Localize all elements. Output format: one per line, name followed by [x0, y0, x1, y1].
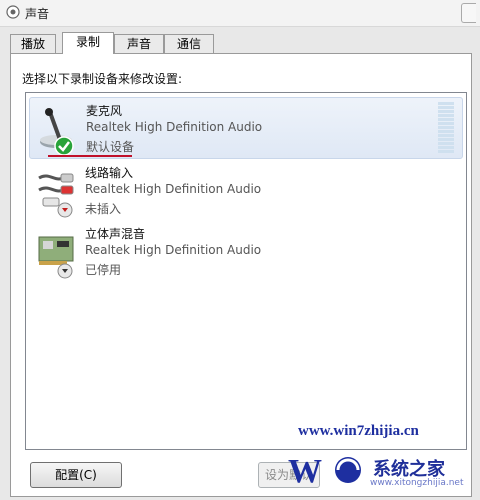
device-driver: Realtek High Definition Audio — [85, 182, 262, 196]
configure-button[interactable]: 配置(C) — [30, 462, 122, 488]
device-name: 线路输入 — [85, 166, 134, 180]
device-driver: Realtek High Definition Audio — [85, 243, 262, 257]
device-name: 立体声混音 — [85, 227, 146, 241]
green-check-icon — [54, 136, 74, 156]
tab-playback[interactable]: 播放 — [10, 34, 56, 53]
title-bar: 声音 — [0, 0, 480, 27]
gray-down-arrow-icon — [57, 263, 73, 279]
input-level-meter — [438, 102, 454, 154]
device-driver: Realtek High Definition Audio — [86, 120, 263, 134]
device-status: 未插入 — [85, 202, 122, 216]
device-item-microphone[interactable]: 麦克风 Realtek High Definition Audio 默认设备 — [29, 97, 463, 159]
close-button[interactable] — [461, 3, 476, 23]
highlight-underline — [48, 155, 132, 157]
instruction-text: 选择以下录制设备来修改设置: — [22, 72, 183, 86]
device-item-line-in[interactable]: 线路输入 Realtek High Definition Audio 未插入 — [29, 160, 463, 220]
device-status: 已停用 — [85, 263, 122, 277]
device-name: 麦克风 — [86, 104, 123, 118]
window-title: 声音 — [25, 7, 50, 21]
tab-sounds[interactable]: 声音 — [114, 34, 164, 53]
red-down-arrow-icon — [57, 202, 73, 218]
speaker-icon — [6, 5, 20, 19]
tab-recording[interactable]: 录制 — [62, 32, 114, 54]
watermark-small-url: www.xitongzhijia.net — [370, 478, 464, 488]
tab-communications[interactable]: 通信 — [164, 34, 214, 53]
svg-text:W: W — [288, 453, 322, 490]
recording-device-list[interactable]: 麦克风 Realtek High Definition Audio 默认设备 线… — [25, 92, 467, 450]
watermark-url: www.win7zhijia.cn — [298, 423, 419, 439]
device-item-stereo-mix[interactable]: 立体声混音 Realtek High Definition Audio 已停用 — [29, 221, 463, 281]
device-status: 默认设备 — [86, 140, 135, 154]
